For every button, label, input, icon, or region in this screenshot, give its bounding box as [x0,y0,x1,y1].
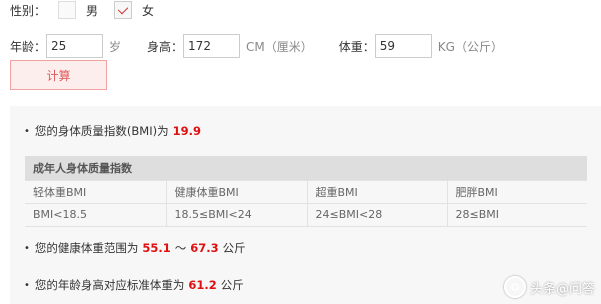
check-icon [117,3,129,14]
toutiao-logo-icon [503,276,526,298]
table-cell: 18.5≤BMI<24 [166,203,308,227]
table-cell: 超重BMI [307,180,448,204]
height-unit: CM（厘米） [246,39,313,54]
input-row: 年龄： 25 岁 身高： 172 CM（厘米） 体重： 59 KG（公斤） [10,34,503,58]
range-text: 您的健康体重范围为 [34,241,139,255]
bullet-icon: • [24,242,30,254]
bmi-table-title: 成年人身体质量指数 [25,156,587,181]
gender-label: 性别： [10,3,47,18]
table-cell: 肥胖BMI [447,180,587,204]
table-cell: BMI<18.5 [25,203,167,227]
bmi-result-line: • 您的身体质量指数(BMI)为 19.9 [24,123,205,139]
bmi-value: 19.9 [172,124,201,138]
male-label[interactable]: 男 [86,2,98,19]
range-high-value: 67.3 [190,241,219,255]
standard-weight-unit: 公斤 [220,278,244,292]
table-cell: 24≤BMI<28 [307,203,448,227]
table-cell: 轻体重BMI [25,180,167,204]
female-checkbox[interactable] [114,1,133,19]
bmi-table: 成年人身体质量指数 轻体重BMI 健康体重BMI 超重BMI 肥胖BMI BMI… [25,156,587,227]
standard-weight-line: • 您的年龄身高对应标准体重为 61.2 公斤 [24,277,244,293]
standard-weight-value: 61.2 [188,278,217,292]
age-label: 年龄： [10,39,47,54]
weight-input[interactable]: 59 [374,34,432,58]
range-low-value: 55.1 [142,241,171,255]
height-label: 身高： [147,39,184,54]
bullet-icon: • [24,279,30,291]
weight-unit: KG（公斤） [437,39,503,54]
bmi-result-text: 您的身体质量指数(BMI)为 [34,124,169,138]
bmi-table-value-row: BMI<18.5 18.5≤BMI<24 24≤BMI<28 28≤BMI [25,203,587,227]
bmi-table-header-row: 轻体重BMI 健康体重BMI 超重BMI 肥胖BMI [25,180,587,204]
gender-row: 性别： 男 女 [10,0,158,20]
male-checkbox[interactable] [58,1,77,19]
bullet-icon: • [24,125,30,137]
age-unit: 岁 [109,39,122,54]
female-label[interactable]: 女 [142,2,154,19]
calculate-button[interactable]: 计算 [10,60,107,90]
age-input[interactable]: 25 [46,34,104,58]
table-cell: 健康体重BMI [166,180,308,204]
standard-weight-text: 您的年龄身高对应标准体重为 [34,278,185,292]
watermark: 头条@问答 [503,276,595,298]
watermark-text: 头条@问答 [529,281,595,297]
result-panel: • 您的身体质量指数(BMI)为 19.9 成年人身体质量指数 轻体重BMI 健… [10,106,601,304]
height-input[interactable]: 172 [183,34,241,58]
table-cell: 28≤BMI [447,203,587,227]
healthy-range-line: • 您的健康体重范围为 55.1 ～ 67.3 公斤 [24,240,246,256]
range-unit: 公斤 [222,241,246,255]
range-separator: ～ [174,241,187,255]
weight-label: 体重： [338,39,375,54]
